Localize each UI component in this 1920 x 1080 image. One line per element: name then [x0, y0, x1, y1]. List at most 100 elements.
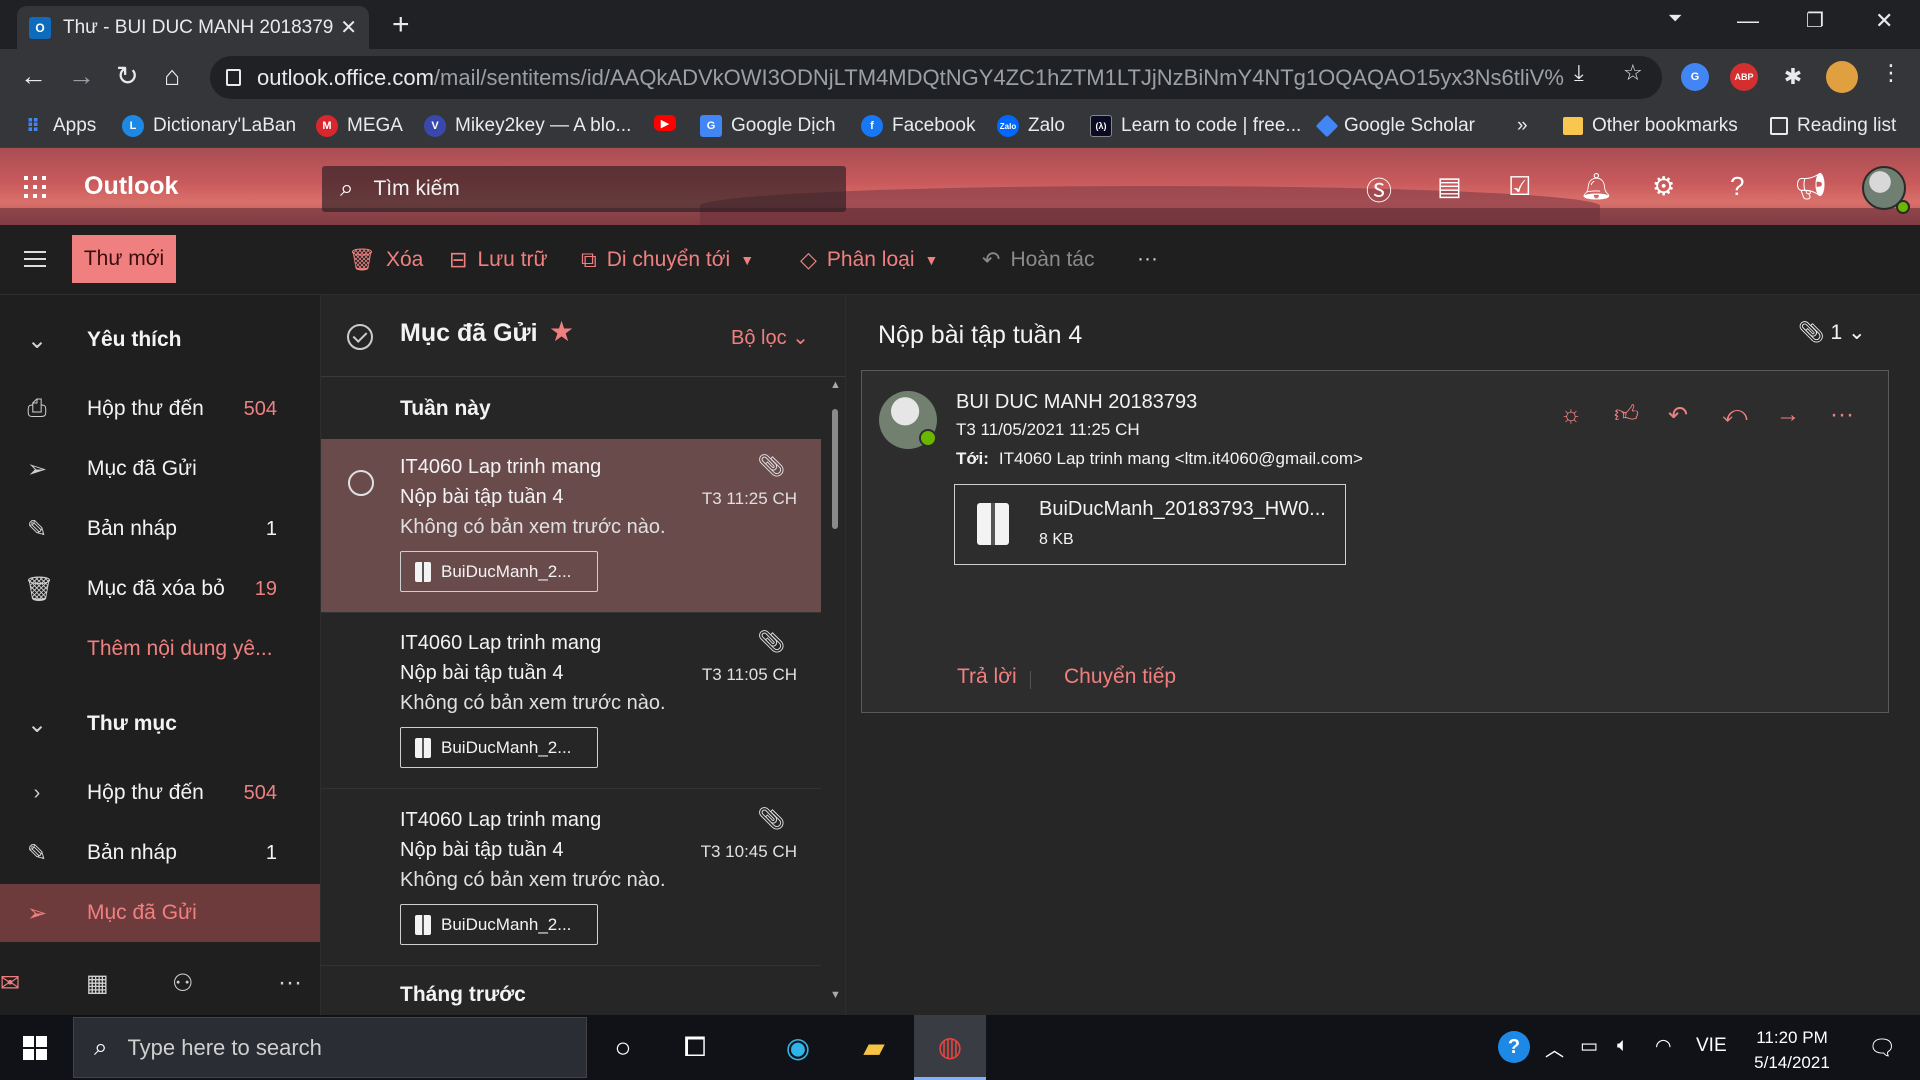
attachment-card[interactable]: BuiDucManh_20183793_HW0... 8 KB [954, 484, 1346, 565]
volume-icon[interactable]: 🔈︎ [1617, 1035, 1628, 1057]
fav-item-inbox[interactable]: ⎙ Hộp thư đến 504 [0, 380, 320, 438]
google-translate-ext-icon[interactable]: G [1681, 63, 1709, 91]
edge-browser-icon[interactable]: ◉ [762, 1015, 834, 1080]
move-to-button[interactable]: ⧉ Di chuyển tới ▼ [581, 247, 754, 273]
bookmark-facebook[interactable]: f Facebook [861, 115, 975, 137]
bookmark-freecodecamp[interactable]: (λ) Learn to code | free... [1090, 115, 1301, 137]
forward-icon[interactable]: → [1776, 401, 1800, 429]
attachment-chip[interactable]: BuiDucManh_2... [400, 551, 598, 592]
close-window-icon[interactable]: ✕ [1875, 8, 1893, 34]
minimize-icon[interactable]: — [1737, 8, 1759, 34]
browser-tab-active[interactable]: O Thư - BUI DUC MANH 20183793 ✕ [17, 6, 369, 49]
mail-envelope-icon[interactable]: ✉ [0, 969, 20, 998]
scroll-down-arrow-icon[interactable]: ▼ [830, 989, 841, 1001]
bookmark-google-translate[interactable]: G Google Dịch [700, 115, 836, 137]
new-tab-plus-icon[interactable]: + [392, 8, 410, 42]
battery-icon[interactable]: ▭ [1580, 1035, 1598, 1058]
wifi-icon[interactable]: ◠ [1655, 1035, 1672, 1058]
folder-item-inbox[interactable]: › Hộp thư đến 504 [0, 764, 320, 822]
help-question-icon[interactable]: ? [1498, 1031, 1530, 1063]
add-favorite-link[interactable]: Thêm nội dung yê... [0, 620, 320, 678]
input-language[interactable]: VIE [1696, 1035, 1727, 1057]
mail-search-box[interactable]: ⌕ Tìm kiếm [322, 166, 846, 212]
forward-arrow-icon[interactable]: → [68, 61, 95, 92]
forward-button[interactable]: Chuyển tiếp [1064, 665, 1176, 689]
bookmarks-overflow-chevron[interactable]: » [1517, 115, 1528, 137]
chrome-browser-icon[interactable]: ◍ [914, 1015, 986, 1080]
cortana-circle-icon[interactable]: ○ [587, 1015, 659, 1080]
back-arrow-icon[interactable]: ← [20, 61, 47, 92]
restore-window-icon[interactable]: ❐ [1806, 8, 1824, 33]
categorize-button[interactable]: ◇ Phân loại ▼ [800, 247, 938, 273]
bookmark-laban[interactable]: L Dictionary'LaBan [122, 115, 296, 137]
select-all-check-icon[interactable] [347, 324, 373, 350]
reading-list-button[interactable]: Reading list [1770, 115, 1896, 137]
more-commands-button[interactable]: ··· [1137, 247, 1158, 271]
message-list-scrollbar[interactable]: ▲ ▼ [829, 379, 841, 1007]
archive-button[interactable]: ⊟ Lưu trữ [449, 247, 548, 273]
outlook-brand[interactable]: Outlook [84, 172, 178, 201]
message-item[interactable]: IT4060 Lap trinh mang 📎︎ Nộp bài tập tuầ… [321, 615, 821, 789]
tab-search-dropdown-icon[interactable]: ⏷ [1668, 8, 1682, 29]
system-clock[interactable]: 11:20 PM 5/14/2021 [1742, 1025, 1842, 1075]
file-explorer-icon[interactable]: ▰ [838, 1015, 910, 1080]
new-mail-button[interactable]: Thư mới [72, 235, 176, 283]
like-thumb-icon[interactable]: 👍︎ [1614, 401, 1639, 429]
delete-button[interactable]: 🗑︎ Xóa [348, 247, 423, 273]
reply-icon[interactable]: ↶ [1668, 401, 1688, 430]
tab-close-icon[interactable]: ✕ [340, 15, 357, 40]
folder-item-drafts[interactable]: ✎ Bản nháp 1 [0, 824, 320, 882]
profile-avatar-icon[interactable] [1826, 61, 1858, 93]
bookmark-star-icon[interactable]: ☆ [1623, 60, 1643, 86]
more-apps-icon[interactable]: ··· [278, 969, 302, 997]
fav-item-sent[interactable]: ➢ Mục đã Gửi [0, 440, 320, 498]
bookmark-zalo[interactable]: Zalo Zalo [997, 115, 1065, 137]
hamburger-menu-icon[interactable] [24, 251, 46, 272]
more-actions-icon[interactable]: ··· [1830, 401, 1854, 429]
bookmark-youtube[interactable]: ▶ [654, 115, 685, 131]
notifications-bell-icon[interactable]: 🔔︎ [1580, 171, 1613, 202]
address-bar[interactable]: outlook.office.com /mail/sentitems/id/AA… [210, 56, 1662, 99]
calendar-icon[interactable]: ▦ [86, 969, 109, 998]
extensions-puzzle-icon[interactable]: ✱ [1779, 63, 1807, 91]
windows-start-icon[interactable] [23, 1036, 47, 1060]
settings-gear-icon[interactable]: ⚙ [1652, 171, 1675, 202]
fav-item-drafts[interactable]: ✎ Bản nháp 1 [0, 500, 320, 558]
bookmark-apps[interactable]: ⠿ Apps [22, 115, 96, 137]
notification-center-icon[interactable]: 🗨︎ [1868, 1035, 1896, 1061]
filter-button[interactable]: Bộ lọc ⌄ [731, 325, 809, 350]
attachment-count-toggle[interactable]: 📎︎ 1 ⌄ [1798, 320, 1866, 345]
app-launcher-waffle-icon[interactable] [24, 176, 46, 198]
skype-icon[interactable]: Ⓢ [1366, 171, 1392, 208]
install-app-icon[interactable]: ⤓ [1574, 60, 1584, 86]
office-icon[interactable]: ▤ [1437, 171, 1462, 202]
my-day-calendar-icon[interactable]: ☑ [1508, 171, 1531, 202]
sun-icon[interactable]: ☼ [1560, 401, 1582, 429]
reply-button[interactable]: Trả lời [957, 665, 1017, 689]
sender-name[interactable]: BUI DUC MANH 20183793 [956, 391, 1197, 414]
home-icon[interactable]: ⌂ [164, 61, 180, 92]
chevron-right-icon[interactable]: › [24, 782, 50, 805]
message-select-radio[interactable] [348, 470, 374, 496]
adblock-plus-icon[interactable]: ABP [1730, 63, 1758, 91]
bookmark-mega[interactable]: M MEGA [316, 115, 403, 137]
scroll-up-arrow-icon[interactable]: ▲ [830, 379, 841, 391]
favorites-section-toggle[interactable]: ⌄ Yêu thích [0, 311, 320, 369]
favorite-star-icon[interactable]: ★ [549, 315, 574, 348]
bookmark-google-scholar[interactable]: Google Scholar [1315, 114, 1475, 138]
browser-menu-kebab-icon[interactable]: ⋮ [1880, 60, 1902, 86]
help-question-icon[interactable]: ? [1730, 171, 1744, 202]
scrollbar-thumb[interactable] [832, 409, 838, 529]
attachment-chip[interactable]: BuiDucManh_2... [400, 904, 598, 945]
folder-item-sent[interactable]: ➢ Mục đã Gửi [0, 884, 320, 942]
folders-section-toggle[interactable]: ⌄ Thư mục [0, 695, 320, 753]
undo-button[interactable]: ↶ Hoàn tác [982, 247, 1095, 273]
feedback-megaphone-icon[interactable]: 📢︎ [1794, 171, 1827, 202]
reload-icon[interactable]: ↻ [116, 61, 139, 92]
other-bookmarks-folder[interactable]: Other bookmarks [1563, 115, 1738, 137]
fav-item-deleted[interactable]: 🗑︎ Mục đã xóa bỏ 19 [0, 560, 320, 618]
message-item[interactable]: IT4060 Lap trinh mang 📎︎ Nộp bài tập tuầ… [321, 792, 821, 966]
people-icon[interactable]: ⚇ [172, 969, 194, 998]
show-hidden-icons-chevron-icon[interactable]: ︿ [1545, 1035, 1564, 1062]
message-item[interactable]: IT4060 Lap trinh mang 📎︎ Nộp bài tập tuầ… [321, 439, 821, 613]
